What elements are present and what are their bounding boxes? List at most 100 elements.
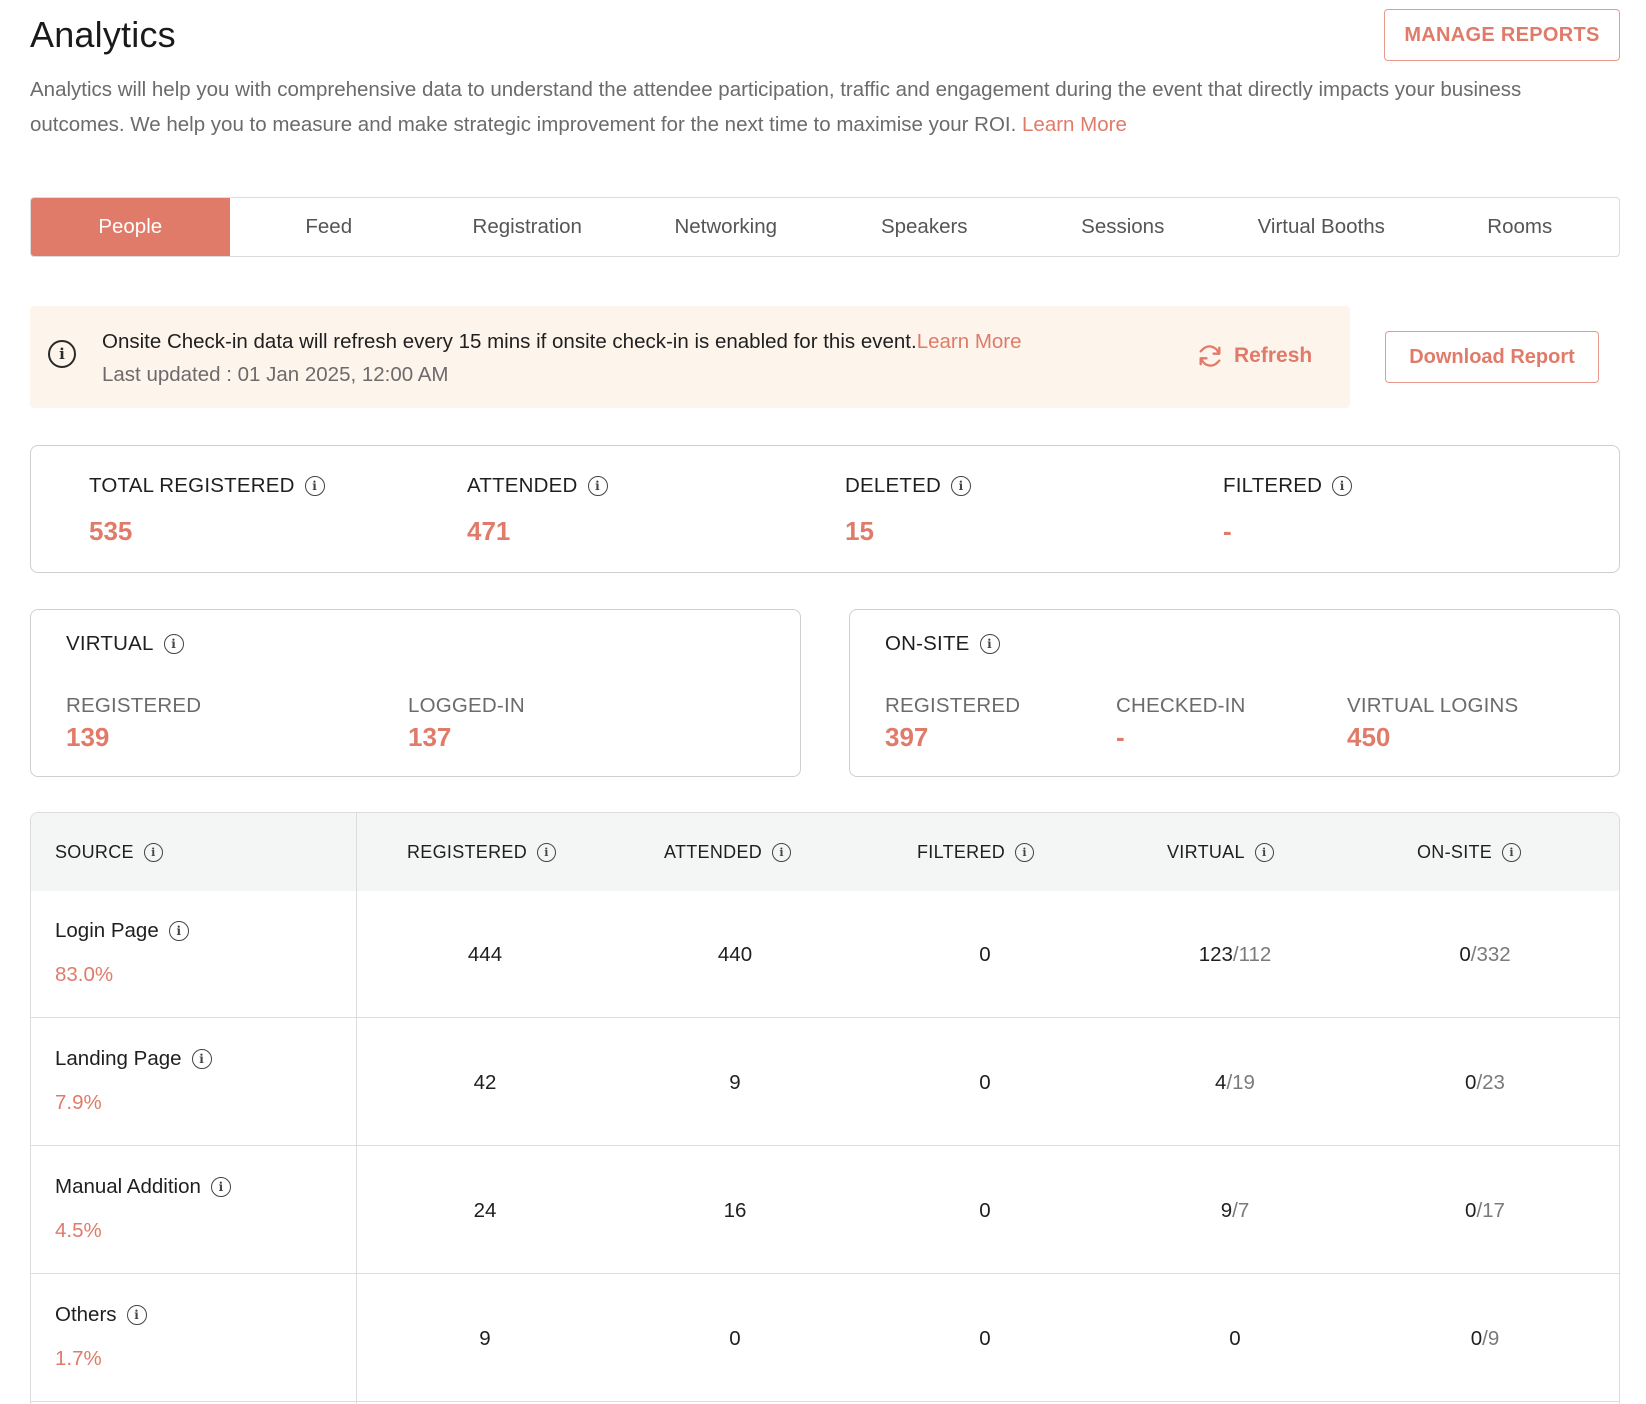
tab-sessions[interactable]: Sessions: [1024, 198, 1223, 256]
onsite-total: /9: [1482, 1326, 1500, 1350]
virtual-value: 9: [1220, 1198, 1233, 1222]
onsite-cell: 0/9: [1405, 1275, 1565, 1402]
tab-registration[interactable]: Registration: [428, 198, 627, 256]
stat-label: VIRTUAL LOGINS: [1347, 694, 1519, 717]
info-icon[interactable]: i: [1254, 842, 1274, 862]
tab-networking[interactable]: Networking: [627, 198, 826, 256]
filtered-stat: FILTERED i -: [1223, 474, 1353, 547]
table-row: Others i 1.7% 9 0 0 0 0/9: [31, 1275, 1619, 1402]
tab-people[interactable]: People: [31, 198, 230, 256]
header-onsite: ON-SITE i: [1417, 813, 1522, 891]
stat-label: DELETED: [845, 474, 941, 497]
info-icon[interactable]: i: [979, 634, 1000, 654]
notice-text: Onsite Check-in data will refresh every …: [102, 330, 917, 353]
attended-cell: 9: [729, 1070, 741, 1094]
info-icon: i: [48, 340, 76, 368]
onsite-cell: 0/17: [1405, 1147, 1565, 1274]
column-header: ON-SITE: [1417, 841, 1493, 862]
last-updated: Last updated : 01 Jan 2025, 12:00 AM: [102, 363, 449, 386]
learn-more-link[interactable]: Learn More: [1022, 113, 1127, 136]
info-icon[interactable]: i: [537, 842, 557, 862]
attended-cell: 16: [723, 1198, 747, 1222]
source-label: Landing Page: [55, 1047, 182, 1070]
source-table: SOURCE i REGISTERED i ATTENDED i FILTERED i …: [30, 812, 1620, 1404]
refresh-button[interactable]: Refresh: [1196, 342, 1312, 370]
tab-feed[interactable]: Feed: [230, 198, 429, 256]
header-filtered: FILTERED i: [917, 813, 1035, 891]
tab-rooms[interactable]: Rooms: [1421, 198, 1620, 256]
attended-stat: ATTENDED i 471: [467, 474, 608, 547]
info-icon[interactable]: i: [168, 921, 189, 941]
table-row: Login Page i 83.0% 444 440 0 123/112 0/33…: [31, 891, 1619, 1018]
onsite-virtual-logins-stat: VIRTUAL LOGINS 450: [1347, 694, 1518, 753]
virtual-value: 123: [1198, 942, 1233, 966]
virtual-value: 4: [1215, 1070, 1227, 1094]
info-icon[interactable]: i: [126, 1305, 147, 1325]
onsite-registered-stat: REGISTERED 397: [885, 694, 1020, 753]
info-icon[interactable]: i: [1502, 842, 1522, 862]
info-icon[interactable]: i: [210, 1177, 231, 1197]
onsite-card-title: ON-SITE i: [885, 632, 1000, 656]
header-attended: ATTENDED i: [664, 813, 792, 891]
total-registered-stat: TOTAL REGISTERED i 535: [89, 474, 325, 547]
info-icon[interactable]: i: [304, 476, 325, 496]
attended-cell: 0: [729, 1326, 741, 1350]
manage-reports-button[interactable]: MANAGE REPORTS: [1384, 9, 1620, 61]
tab-bar: People Feed Registration Networking Spea…: [30, 197, 1620, 257]
info-icon[interactable]: i: [1015, 842, 1035, 862]
column-header: ATTENDED: [664, 841, 763, 862]
virtual-total: /112: [1232, 942, 1272, 966]
notice-message: Onsite Check-in data will refresh every …: [102, 330, 1022, 354]
source-percent: 4.5%: [55, 1219, 102, 1242]
onsite-checked-in-stat: CHECKED-IN -: [1116, 694, 1246, 753]
source-label: Others: [55, 1303, 117, 1326]
stat-value: 397: [885, 722, 929, 752]
info-icon[interactable]: i: [950, 476, 971, 496]
virtual-cell: 4/19: [1155, 1019, 1315, 1146]
header-source: SOURCE i: [55, 813, 163, 891]
column-divider: [356, 813, 357, 1404]
source-percent: 1.7%: [55, 1347, 102, 1370]
stat-value: -: [1116, 722, 1125, 752]
refresh-icon: [1199, 345, 1221, 367]
info-icon[interactable]: i: [163, 634, 184, 654]
source-name: Manual Addition i: [55, 1175, 231, 1199]
virtual-card: VIRTUAL i REGISTERED 139 LOGGED-IN 137: [30, 609, 801, 777]
card-title: VIRTUAL: [66, 632, 154, 655]
source-percent: 7.9%: [55, 1091, 102, 1114]
virtual-cell: 0: [1155, 1275, 1315, 1402]
stat-value: 15: [845, 516, 874, 546]
stat-label: FILTERED: [1223, 474, 1323, 497]
onsite-value: 0: [1459, 942, 1471, 966]
source-name: Landing Page i: [55, 1047, 212, 1071]
tab-speakers[interactable]: Speakers: [825, 198, 1024, 256]
stat-value: 450: [1347, 722, 1391, 752]
source-percent: 83.0%: [55, 963, 114, 986]
description-text: Analytics will help you with comprehensi…: [30, 78, 1522, 136]
source-name: Login Page i: [55, 919, 189, 943]
notice-learn-more-link[interactable]: Learn More: [917, 330, 1022, 353]
stat-label: REGISTERED: [885, 694, 1021, 717]
stat-label: LOGGED-IN: [408, 694, 525, 717]
filtered-cell: 0: [979, 1198, 991, 1222]
info-icon[interactable]: i: [191, 1049, 212, 1069]
stat-label: REGISTERED: [66, 694, 202, 717]
info-icon[interactable]: i: [587, 476, 608, 496]
source-label: Login Page: [55, 919, 159, 942]
header-registered: REGISTERED i: [407, 813, 557, 891]
onsite-cell: 0/23: [1405, 1019, 1565, 1146]
tab-virtual-booths[interactable]: Virtual Booths: [1222, 198, 1421, 256]
info-icon[interactable]: i: [143, 842, 163, 862]
info-icon[interactable]: i: [772, 842, 792, 862]
column-header: VIRTUAL: [1167, 841, 1245, 862]
virtual-total: /7: [1232, 1198, 1250, 1222]
checkin-notice: i Onsite Check-in data will refresh ever…: [30, 306, 1350, 408]
column-header: FILTERED: [917, 841, 1006, 862]
registered-cell[interactable]: 444: [405, 891, 565, 1018]
info-icon[interactable]: i: [1332, 476, 1353, 496]
download-report-button[interactable]: Download Report: [1385, 331, 1599, 383]
table-header: SOURCE i REGISTERED i ATTENDED i FILTERED i …: [31, 813, 1619, 891]
stat-label: TOTAL REGISTERED: [89, 474, 295, 497]
virtual-card-title: VIRTUAL i: [66, 632, 184, 656]
onsite-total: /17: [1476, 1198, 1505, 1222]
